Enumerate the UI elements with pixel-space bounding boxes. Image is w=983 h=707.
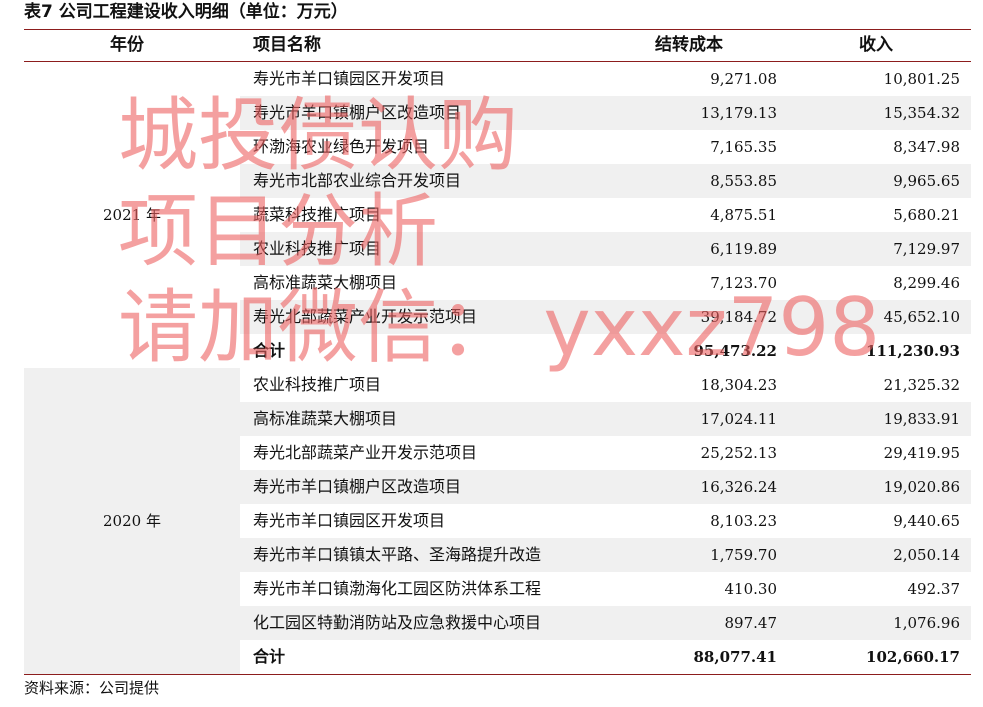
source-note: 资料来源：公司提供	[24, 679, 160, 697]
table-bottom-rule	[24, 674, 971, 675]
revenue-cell: 1,076.96	[893, 614, 960, 632]
cost-cell: 95,473.22	[693, 342, 777, 360]
table-row: 高标准蔬菜大棚项目 7,123.70 8,299.46	[240, 266, 971, 300]
project-name-cell: 寿光市羊口镇园区开发项目	[253, 511, 446, 530]
project-name-cell: 寿光市羊口镇棚户区改造项目	[253, 477, 462, 496]
cost-cell: 9,271.08	[710, 70, 777, 88]
cost-cell: 897.47	[724, 614, 778, 632]
table-row: 高标准蔬菜大棚项目 17,024.11 19,833.91	[240, 402, 971, 436]
table-row: 化工园区特勤消防站及应急救援中心项目 897.47 1,076.96	[240, 606, 971, 640]
project-name-cell: 寿光市羊口镇渤海化工园区防洪体系工程	[253, 579, 542, 598]
project-name-cell: 农业科技推广项目	[253, 375, 382, 394]
header-year: 年份	[110, 35, 144, 55]
revenue-cell: 21,325.32	[883, 376, 960, 394]
revenue-cell: 492.37	[907, 580, 961, 598]
cost-cell: 13,179.13	[700, 104, 777, 122]
table-title: 表7 公司工程建设收入明细（单位：万元）	[24, 2, 348, 22]
project-name-cell: 寿光市北部农业综合开发项目	[253, 171, 462, 190]
table-total-row: 合计 88,077.41 102,660.17	[240, 640, 971, 674]
total-label: 合计	[253, 647, 286, 666]
total-label: 合计	[253, 341, 286, 360]
cost-cell: 16,326.24	[700, 478, 777, 496]
revenue-cell: 7,129.97	[893, 240, 960, 258]
cost-cell: 4,875.51	[710, 206, 777, 224]
table-row: 寿光市北部农业综合开发项目 8,553.85 9,965.65	[240, 164, 971, 198]
revenue-cell: 45,652.10	[883, 308, 960, 326]
year-cell: 2021 年	[103, 206, 161, 224]
cost-cell: 1,759.70	[710, 546, 777, 564]
revenue-cell: 9,440.65	[893, 512, 960, 530]
header-project-name: 项目名称	[253, 35, 321, 55]
table-header: 年份 项目名称 结转成本 收入	[24, 30, 971, 61]
table-total-row: 合计 95,473.22 111,230.93	[240, 334, 971, 368]
table-row: 寿光市羊口镇棚户区改造项目 16,326.24 19,020.86	[240, 470, 971, 504]
table-row: 蔬菜科技推广项目 4,875.51 5,680.21	[240, 198, 971, 232]
cost-cell: 39,184.72	[700, 308, 777, 326]
table-row: 寿光市羊口镇园区开发项目 8,103.23 9,440.65	[240, 504, 971, 538]
cost-cell: 7,123.70	[710, 274, 777, 292]
project-name-cell: 寿光北部蔬菜产业开发示范项目	[253, 443, 478, 462]
cost-cell: 17,024.11	[700, 410, 777, 428]
revenue-cell: 8,299.46	[893, 274, 960, 292]
project-name-cell: 寿光市羊口镇园区开发项目	[253, 69, 446, 88]
cost-cell: 6,119.89	[710, 240, 777, 258]
table-row: 农业科技推广项目 6,119.89 7,129.97	[240, 232, 971, 266]
revenue-cell: 19,020.86	[883, 478, 960, 496]
cost-cell: 18,304.23	[700, 376, 777, 394]
project-name-cell: 高标准蔬菜大棚项目	[253, 409, 398, 428]
year-cell: 2020 年	[103, 512, 161, 530]
table-row: 寿光市羊口镇渤海化工园区防洪体系工程 410.30 492.37	[240, 572, 971, 606]
revenue-cell: 2,050.14	[893, 546, 960, 564]
project-name-cell: 化工园区特勤消防站及应急救援中心项目	[253, 613, 542, 632]
table-row: 寿光北部蔬菜产业开发示范项目 39,184.72 45,652.10	[240, 300, 971, 334]
revenue-cell: 19,833.91	[883, 410, 960, 428]
header-cost: 结转成本	[655, 35, 723, 55]
table-row: 环渤海农业绿色开发项目 7,165.35 8,347.98	[240, 130, 971, 164]
cost-cell: 88,077.41	[693, 648, 777, 666]
revenue-cell: 8,347.98	[893, 138, 960, 156]
cost-cell: 25,252.13	[700, 444, 777, 462]
cost-cell: 8,103.23	[710, 512, 777, 530]
project-name-cell: 寿光北部蔬菜产业开发示范项目	[253, 307, 478, 326]
revenue-cell: 9,965.65	[893, 172, 960, 190]
project-name-cell: 寿光市羊口镇棚户区改造项目	[253, 103, 462, 122]
project-name-cell: 寿光市羊口镇镇太平路、圣海路提升改造	[253, 545, 542, 564]
table-row: 农业科技推广项目 18,304.23 21,325.32	[240, 368, 971, 402]
cost-cell: 7,165.35	[710, 138, 777, 156]
revenue-cell: 5,680.21	[893, 206, 960, 224]
cost-cell: 8,553.85	[710, 172, 777, 190]
revenue-cell: 111,230.93	[866, 342, 960, 360]
project-name-cell: 农业科技推广项目	[253, 239, 382, 258]
revenue-cell: 10,801.25	[883, 70, 960, 88]
project-name-cell: 蔬菜科技推广项目	[253, 205, 382, 224]
revenue-cell: 29,419.95	[883, 444, 960, 462]
table-row: 寿光北部蔬菜产业开发示范项目 25,252.13 29,419.95	[240, 436, 971, 470]
cost-cell: 410.30	[724, 580, 778, 598]
revenue-cell: 15,354.32	[883, 104, 960, 122]
table-row: 寿光市羊口镇棚户区改造项目 13,179.13 15,354.32	[240, 96, 971, 130]
project-name-cell: 高标准蔬菜大棚项目	[253, 273, 398, 292]
table-row: 寿光市羊口镇镇太平路、圣海路提升改造 1,759.70 2,050.14	[240, 538, 971, 572]
header-revenue: 收入	[859, 35, 893, 55]
revenue-cell: 102,660.17	[866, 648, 960, 666]
table-row: 寿光市羊口镇园区开发项目 9,271.08 10,801.25	[240, 62, 971, 96]
project-name-cell: 环渤海农业绿色开发项目	[253, 137, 430, 156]
